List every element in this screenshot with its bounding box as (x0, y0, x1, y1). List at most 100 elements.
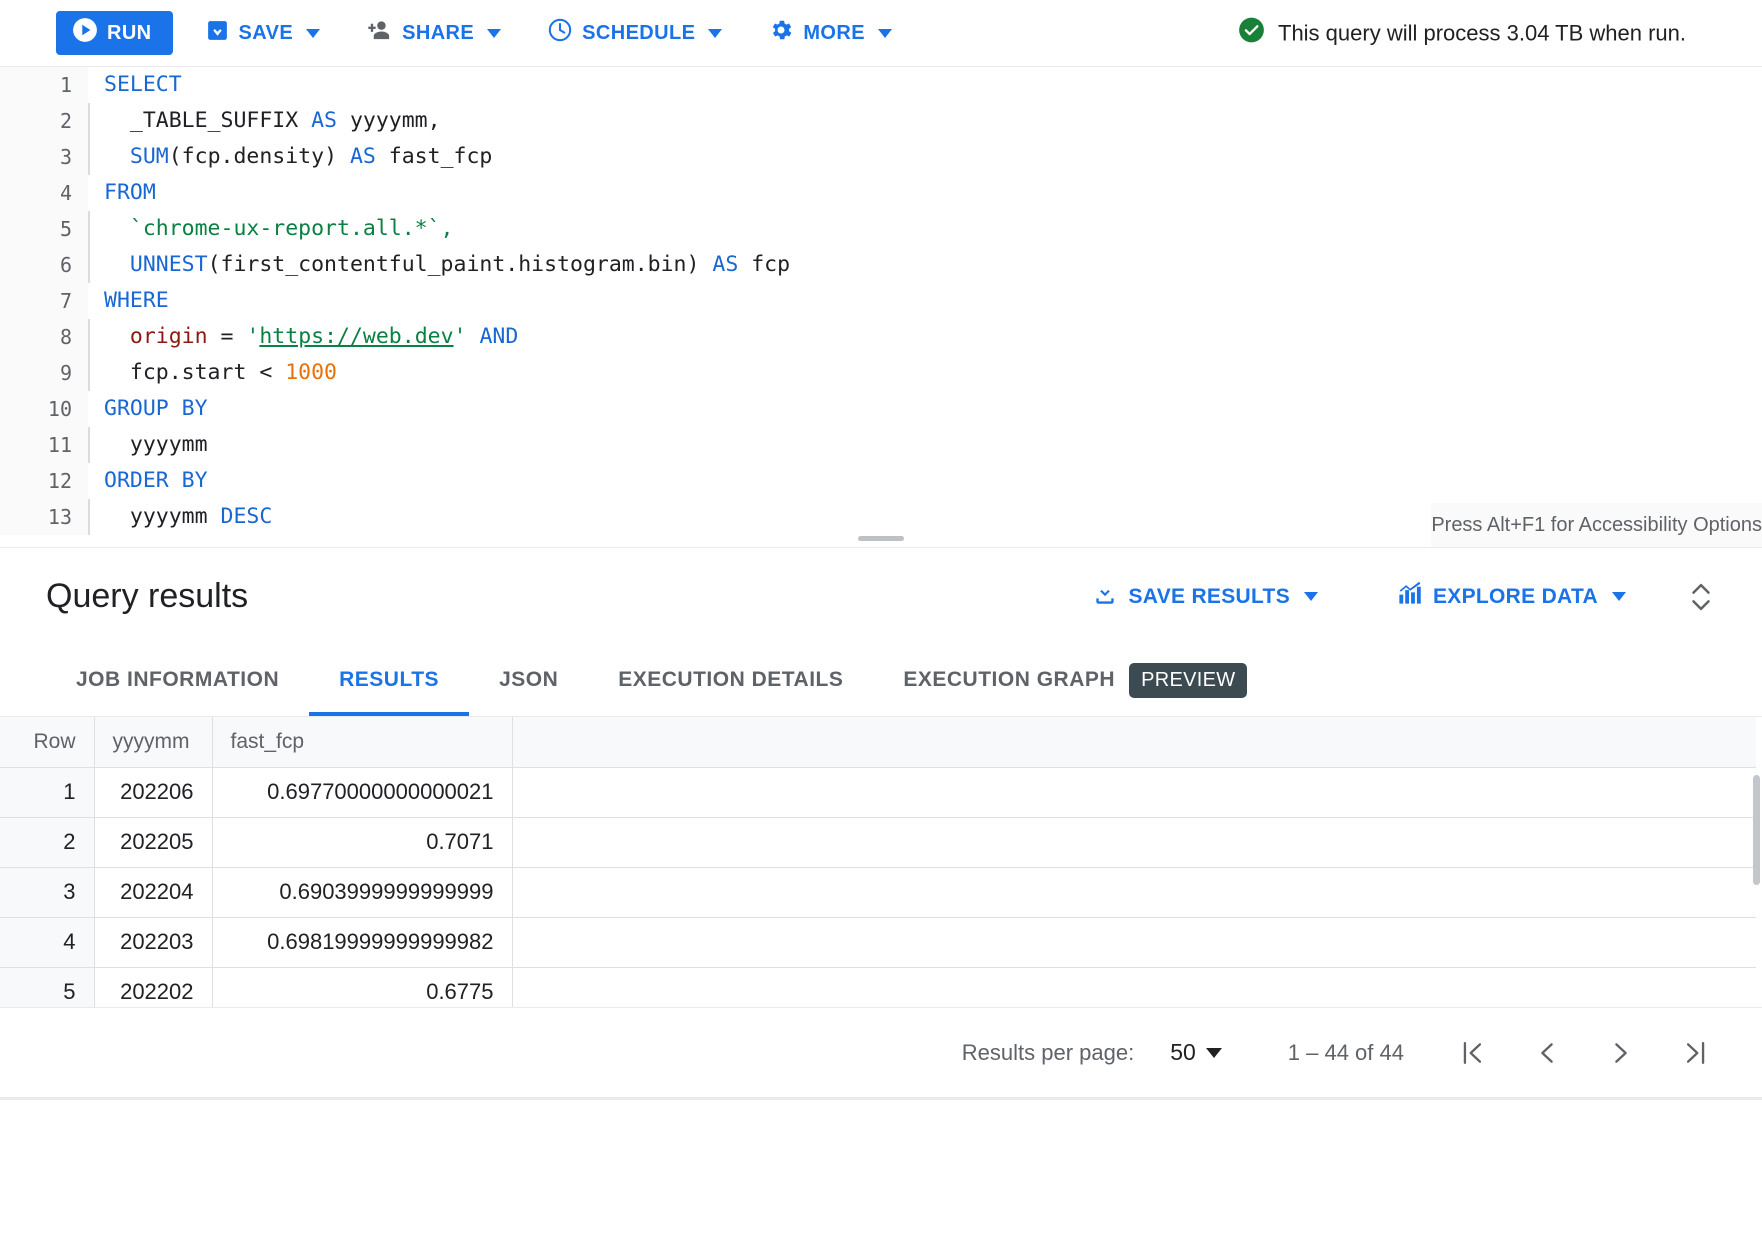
code-line[interactable]: 1SELECT (0, 67, 1762, 103)
code-line[interactable]: 10GROUP BY (0, 391, 1762, 427)
table-scrollbar[interactable] (1753, 775, 1760, 885)
chevron-down-icon (878, 29, 892, 38)
cell-row-number: 5 (0, 967, 94, 1007)
code-text: yyyymm (90, 427, 208, 463)
share-button-label: SHARE (402, 22, 474, 45)
results-per-page-select[interactable]: 50 (1170, 1039, 1222, 1066)
column-header-fast-fcp[interactable]: fast_fcp (212, 717, 512, 767)
results-table-container: Row yyyymm fast_fcp 12022060.69770000000… (0, 717, 1762, 1007)
code-token[interactable]: https://web.dev (259, 324, 453, 349)
table-row[interactable]: 22022050.7071 (0, 817, 1756, 867)
code-token: fast_fcp (376, 144, 493, 169)
code-line[interactable]: 11 yyyymm (0, 427, 1762, 463)
clock-icon (547, 17, 573, 49)
results-actions: SAVE RESULTS EXPLORE DATA (1076, 573, 1716, 621)
tab-results[interactable]: RESULTS (309, 644, 469, 716)
sql-editor[interactable]: 1SELECT2 _TABLE_SUFFIX AS yyyymm,3 SUM(f… (0, 67, 1762, 547)
code-line[interactable]: 3 SUM(fcp.density) AS fast_fcp (0, 139, 1762, 175)
run-button[interactable]: RUN (56, 11, 173, 55)
cell-yyyymm: 202205 (94, 817, 212, 867)
explore-data-button[interactable]: EXPLORE DATA (1380, 573, 1642, 621)
tab-label: EXECUTION GRAPH (903, 668, 1115, 692)
explore-data-label: EXPLORE DATA (1433, 585, 1598, 609)
code-line[interactable]: 4FROM (0, 175, 1762, 211)
save-button[interactable]: SAVE (191, 11, 335, 55)
table-row[interactable]: 32022040.6903999999999999 (0, 867, 1756, 917)
code-token: FROM (104, 180, 156, 205)
column-header-yyyymm[interactable]: yyyymm (94, 717, 212, 767)
tab-job-information[interactable]: JOB INFORMATION (46, 644, 309, 716)
code-lines[interactable]: 1SELECT2 _TABLE_SUFFIX AS yyyymm,3 SUM(f… (0, 67, 1762, 535)
line-number: 9 (0, 355, 88, 391)
play-icon (72, 17, 98, 49)
tab-label: JSON (499, 668, 558, 692)
expand-collapse-button[interactable] (1686, 577, 1716, 617)
pagination-nav (1436, 1021, 1732, 1085)
results-table: Row yyyymm fast_fcp 12022060.69770000000… (0, 717, 1756, 1007)
save-button-label: SAVE (239, 22, 294, 45)
last-page-button[interactable] (1658, 1021, 1732, 1085)
next-page-button[interactable] (1584, 1021, 1658, 1085)
cell-fast-fcp: 0.6775 (212, 967, 512, 1007)
code-text: WHERE (90, 283, 169, 319)
code-token: 1000 (285, 360, 337, 385)
code-line[interactable]: 8 origin = 'https://web.dev' AND (0, 319, 1762, 355)
tab-label: RESULTS (339, 668, 439, 692)
code-line[interactable]: 6 UNNEST(first_contentful_paint.histogra… (0, 247, 1762, 283)
line-number: 1 (0, 67, 88, 103)
first-page-button[interactable] (1436, 1021, 1510, 1085)
code-text: GROUP BY (90, 391, 208, 427)
line-number: 7 (0, 283, 88, 319)
code-text: fcp.start < 1000 (90, 355, 337, 391)
tab-label: EXECUTION DETAILS (618, 668, 843, 692)
table-row[interactable]: 12022060.69770000000000021 (0, 767, 1756, 817)
cell-filler (512, 817, 1756, 867)
page-title: Query results (46, 577, 248, 616)
previous-page-button[interactable] (1510, 1021, 1584, 1085)
code-token: `chrome-ux-report.all.*`, (104, 216, 454, 241)
code-token: yyyymm (104, 504, 221, 529)
gear-icon (768, 17, 794, 49)
code-token: GROUP BY (104, 396, 208, 421)
chevron-down-icon (1612, 592, 1626, 601)
share-button[interactable]: SHARE (352, 11, 515, 55)
tab-execution-details[interactable]: EXECUTION DETAILS (588, 644, 873, 716)
cell-row-number: 4 (0, 917, 94, 967)
preview-badge: PREVIEW (1129, 663, 1247, 698)
more-button[interactable]: MORE (754, 11, 906, 55)
cell-fast-fcp: 0.7071 (212, 817, 512, 867)
code-line[interactable]: 7 WHERE (0, 283, 1762, 319)
save-results-button[interactable]: SAVE RESULTS (1076, 573, 1334, 621)
code-token: WHERE (104, 288, 169, 313)
schedule-button[interactable]: SCHEDULE (533, 11, 736, 55)
table-body: 12022060.6977000000000002122022050.70713… (0, 767, 1756, 1007)
code-token: (first_contentful_paint.histogram.bin) (208, 252, 713, 277)
code-line[interactable]: 9 fcp.start < 1000 (0, 355, 1762, 391)
code-line[interactable]: 2 _TABLE_SUFFIX AS yyyymm, (0, 103, 1762, 139)
code-text: _TABLE_SUFFIX AS yyyymm, (90, 103, 441, 139)
code-line[interactable]: 5 `chrome-ux-report.all.*`, (0, 211, 1762, 247)
pagination-range: 1 – 44 of 44 (1288, 1040, 1404, 1066)
tab-execution-graph[interactable]: EXECUTION GRAPH PREVIEW (873, 644, 1277, 716)
table-row[interactable]: 52022020.6775 (0, 967, 1756, 1007)
column-header-filler (512, 717, 1756, 767)
table-row[interactable]: 42022030.69819999999999982 (0, 917, 1756, 967)
tab-json[interactable]: JSON (469, 644, 588, 716)
person-add-icon (366, 18, 393, 49)
table-header: Row yyyymm fast_fcp (0, 717, 1756, 767)
code-token: ' (454, 324, 467, 349)
editor-resize-handle[interactable] (858, 536, 904, 541)
save-icon (205, 18, 230, 49)
schedule-button-label: SCHEDULE (582, 22, 695, 45)
code-token: (fcp.density) (169, 144, 350, 169)
code-token: _TABLE_SUFFIX (104, 108, 311, 133)
cell-yyyymm: 202206 (94, 767, 212, 817)
code-token: ' (246, 324, 259, 349)
cell-filler (512, 767, 1756, 817)
cell-fast-fcp: 0.69770000000000021 (212, 767, 512, 817)
code-line[interactable]: 12ORDER BY (0, 463, 1762, 499)
column-header-row[interactable]: Row (0, 717, 94, 767)
code-token: AS (311, 108, 337, 133)
results-tabs[interactable]: JOB INFORMATION RESULTS JSON EXECUTION DETA… (0, 645, 1762, 717)
code-token: yyyymm (104, 432, 208, 457)
